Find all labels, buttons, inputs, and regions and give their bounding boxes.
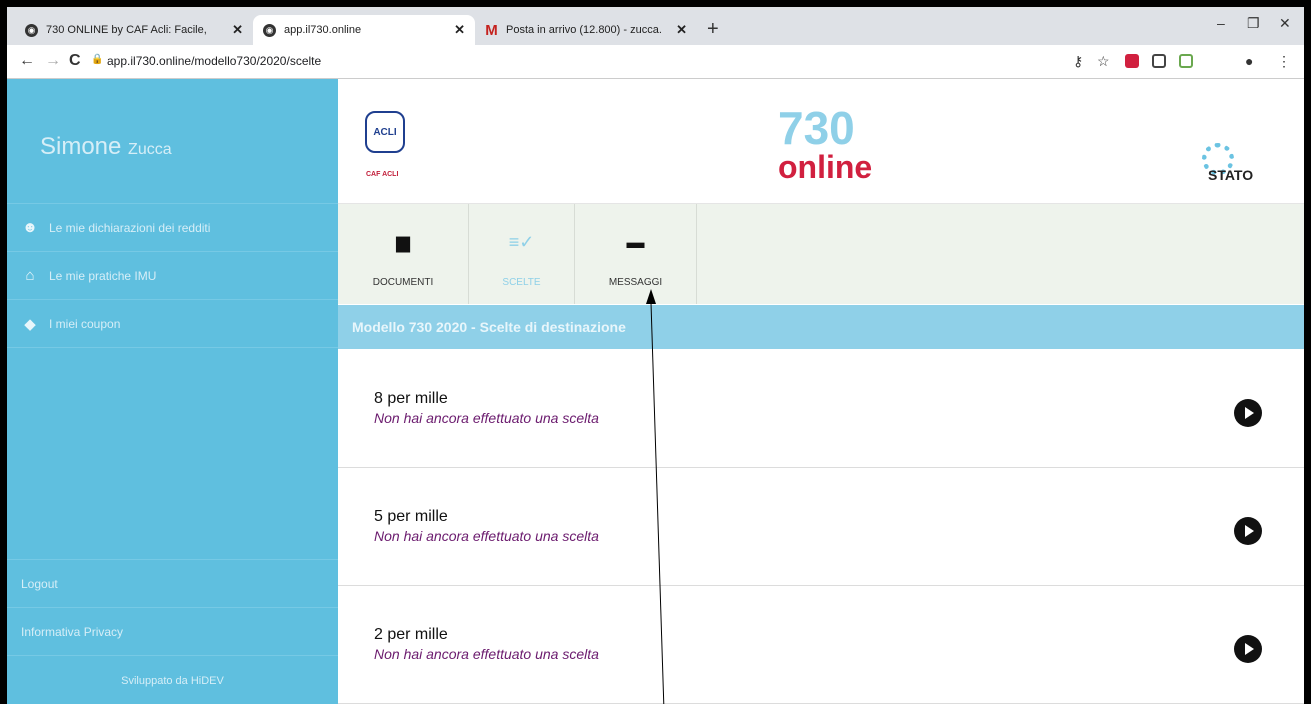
app-header: ACLI CAF ACLI 730 online STATO	[338, 79, 1304, 204]
globe-icon: ◉	[25, 23, 38, 37]
tab-caf-acli[interactable]: ◉ 730 ONLINE by CAF Acli: Facile, ✕	[15, 15, 253, 45]
tab-label: SCELTE	[502, 277, 541, 288]
home-icon: ⌂	[25, 267, 35, 284]
brand-word: online	[778, 149, 873, 185]
sidebar-item-label: Le mie dichiarazioni dei redditi	[49, 220, 211, 235]
globe-icon: ◉	[263, 23, 276, 37]
user-first-name: Simone	[40, 133, 122, 160]
choice-status: Non hai ancora effettuato una scelta	[374, 528, 599, 544]
close-tab-icon[interactable]: ✕	[676, 22, 687, 38]
close-tab-icon[interactable]: ✕	[454, 22, 465, 38]
play-circle-icon[interactable]	[1234, 399, 1262, 427]
close-window-icon[interactable]: ✕	[1279, 15, 1291, 32]
forward-icon[interactable]: →	[45, 52, 61, 70]
extension-icon[interactable]	[1179, 54, 1193, 68]
tab-title: app.il730.online	[284, 24, 362, 36]
message-icon: ▬	[626, 232, 645, 252]
lock-icon: 🔒	[91, 54, 104, 65]
logo-caption: CAF ACLI	[366, 171, 399, 178]
sidebar: Simone Zucca ☻ Le mie dichiarazioni dei …	[7, 79, 338, 704]
tab-title: Posta in arrivo (12.800) - zucca.	[506, 24, 662, 36]
checklist-icon: ≡✓	[508, 232, 535, 252]
sidebar-item-imu[interactable]: ⌂ Le mie pratiche IMU	[7, 251, 338, 299]
logout-link[interactable]: Logout	[7, 559, 338, 607]
privacy-link[interactable]: Informativa Privacy	[7, 607, 338, 655]
play-circle-icon[interactable]	[1234, 517, 1262, 545]
status-label[interactable]: STATO	[1208, 167, 1253, 183]
tab-label: DOCUMENTI	[372, 277, 434, 288]
choice-title: 5 per mille	[374, 508, 448, 525]
address-bar: ← → C 🔒 app.il730.online/modello730/2020…	[7, 45, 1304, 79]
sidebar-item-dichiarazioni[interactable]: ☻ Le mie dichiarazioni dei redditi	[7, 203, 338, 251]
choice-title: 2 per mille	[374, 626, 448, 643]
url-field[interactable]: app.il730.online/modello730/2020/scelte	[107, 54, 321, 68]
section-header: Modello 730 2020 - Scelte di destinazion…	[338, 305, 1304, 349]
tag-icon: ◆	[24, 315, 36, 333]
toolbar: ▆ DOCUMENTI ≡✓ SCELTE ▬ MESSAGGI	[338, 204, 1304, 304]
star-icon[interactable]: ☆	[1097, 53, 1110, 70]
document-icon: ▆	[396, 232, 410, 252]
divider	[7, 655, 338, 656]
tab-app[interactable]: ◉ app.il730.online ✕	[253, 15, 475, 45]
minimize-icon[interactable]: –	[1217, 15, 1225, 31]
tab-messaggi[interactable]: ▬ MESSAGGI	[575, 204, 697, 304]
key-icon[interactable]: ⚷	[1073, 53, 1083, 70]
extension-icon[interactable]	[1125, 54, 1139, 68]
tab-title: 730 ONLINE by CAF Acli: Facile,	[46, 24, 207, 36]
menu-icon[interactable]: ⋮	[1277, 53, 1291, 70]
user-name: Simone Zucca	[40, 133, 172, 161]
gmail-icon: M	[485, 21, 498, 39]
brand-number: 730	[778, 102, 855, 154]
choice-row-2x1000[interactable]: 2 per mille Non hai ancora effettuato un…	[338, 586, 1304, 704]
back-icon[interactable]: ←	[19, 52, 35, 70]
developer-credit: Sviluppato da HiDEV	[121, 675, 224, 687]
tab-label: MESSAGGI	[608, 277, 663, 288]
sidebar-item-label: Le mie pratiche IMU	[49, 268, 157, 283]
profile-icon[interactable]: ●	[1245, 53, 1253, 69]
choice-row-8x1000[interactable]: 8 per mille Non hai ancora effettuato un…	[338, 350, 1304, 468]
close-tab-icon[interactable]: ✕	[232, 22, 243, 38]
user-last-name: Zucca	[128, 141, 172, 158]
choice-title: 8 per mille	[374, 390, 448, 407]
acli-logo: ACLI	[365, 111, 405, 153]
choice-status: Non hai ancora effettuato una scelta	[374, 410, 599, 426]
user-icon: ☻	[22, 219, 38, 236]
sidebar-item-label: I miei coupon	[49, 316, 121, 331]
tab-documenti[interactable]: ▆ DOCUMENTI	[338, 204, 469, 304]
tab-scelte[interactable]: ≡✓ SCELTE	[469, 204, 575, 304]
play-circle-icon[interactable]	[1234, 635, 1262, 663]
reload-icon[interactable]: C	[69, 52, 81, 70]
divider	[7, 347, 338, 348]
browser-window: ◉ 730 ONLINE by CAF Acli: Facile, ✕ ◉ ap…	[0, 0, 1311, 704]
tab-gmail[interactable]: M Posta in arrivo (12.800) - zucca. ✕	[475, 15, 697, 45]
sidebar-item-coupon[interactable]: ◆ I miei coupon	[7, 299, 338, 347]
choice-row-5x1000[interactable]: 5 per mille Non hai ancora effettuato un…	[338, 468, 1304, 586]
section-title: Modello 730 2020 - Scelte di destinazion…	[352, 319, 626, 335]
restore-icon[interactable]: ❐	[1247, 15, 1260, 32]
extension-icon[interactable]	[1152, 54, 1166, 68]
tab-strip: ◉ 730 ONLINE by CAF Acli: Facile, ✕ ◉ ap…	[7, 7, 1304, 45]
choice-status: Non hai ancora effettuato una scelta	[374, 646, 599, 662]
new-tab-button[interactable]: +	[707, 18, 719, 41]
